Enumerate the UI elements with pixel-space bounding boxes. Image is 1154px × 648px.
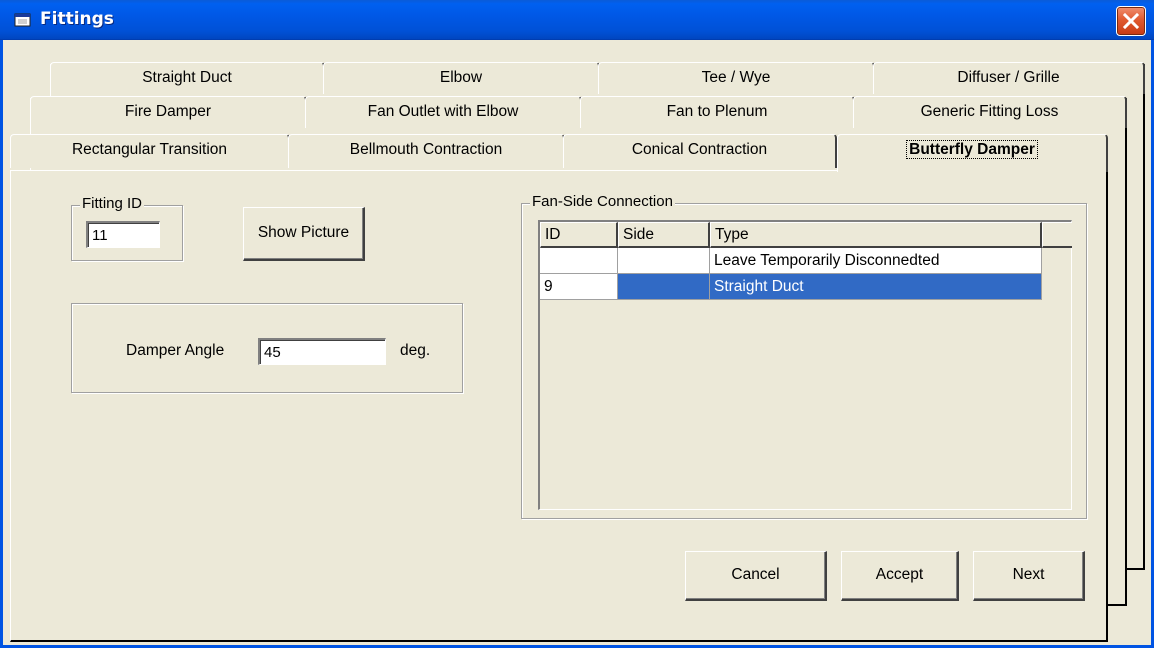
fan-side-connection-group: Fan-Side Connection ID Side Type Leave T…	[521, 193, 1087, 519]
tab-fire-damper[interactable]: Fire Damper	[30, 96, 307, 128]
row-1-type[interactable]: Leave Temporarily Disconnedted	[710, 248, 1042, 274]
next-button[interactable]: Next	[973, 551, 1085, 601]
row-1-id[interactable]	[540, 248, 618, 274]
tab-tee-wye[interactable]: Tee / Wye	[598, 62, 875, 94]
title-bar: Fittings	[0, 0, 1154, 40]
tab-bellmouth-contraction[interactable]: Bellmouth Contraction	[288, 134, 565, 168]
close-icon	[1122, 12, 1140, 30]
accept-button[interactable]: Accept	[841, 551, 959, 601]
window-title: Fittings	[40, 9, 114, 29]
window-icon	[14, 13, 31, 27]
fitting-id-input[interactable]: 11	[86, 221, 160, 248]
tab-conical-contraction[interactable]: Conical Contraction	[563, 134, 837, 168]
column-header-filler	[1042, 222, 1072, 248]
tab-fan-outlet-with-elbow[interactable]: Fan Outlet with Elbow	[305, 96, 582, 128]
show-picture-button[interactable]: Show Picture	[243, 207, 365, 261]
tab-elbow[interactable]: Elbow	[323, 62, 600, 94]
column-header-type[interactable]: Type	[710, 222, 1042, 248]
tab-rectangular-transition[interactable]: Rectangular Transition	[10, 134, 290, 168]
damper-angle-label: Damper Angle	[126, 342, 225, 359]
row-2-side[interactable]	[618, 274, 710, 300]
damper-angle-unit: deg.	[400, 342, 431, 359]
connection-list[interactable]: ID Side Type Leave Temporarily Disconned…	[538, 220, 1072, 510]
row-2-type[interactable]: Straight Duct	[710, 274, 1042, 300]
close-button[interactable]	[1116, 6, 1146, 36]
damper-angle-group: Damper Angle 45 deg.	[71, 303, 463, 393]
fitting-id-label: Fitting ID	[80, 195, 145, 212]
row-1-side[interactable]	[618, 248, 710, 274]
fitting-id-group: Fitting ID 11	[71, 195, 183, 261]
tab-fan-to-plenum[interactable]: Fan to Plenum	[580, 96, 855, 128]
tab-generic-fitting-loss[interactable]: Generic Fitting Loss	[853, 96, 1127, 128]
column-header-side[interactable]: Side	[618, 222, 710, 248]
row-2-id[interactable]: 9	[540, 274, 618, 300]
column-header-id[interactable]: ID	[540, 222, 618, 248]
tab-butterfly-damper[interactable]: Butterfly Damper	[837, 134, 1108, 172]
tab-straight-duct[interactable]: Straight Duct	[50, 62, 325, 94]
tab-page-butterfly-damper: Fitting ID 11 Show Picture Damper Angle …	[10, 170, 1108, 642]
tab-diffuser-grille[interactable]: Diffuser / Grille	[873, 62, 1145, 94]
fan-side-connection-label: Fan-Side Connection	[530, 193, 675, 210]
damper-angle-input[interactable]: 45	[258, 338, 386, 365]
cancel-button[interactable]: Cancel	[685, 551, 827, 601]
